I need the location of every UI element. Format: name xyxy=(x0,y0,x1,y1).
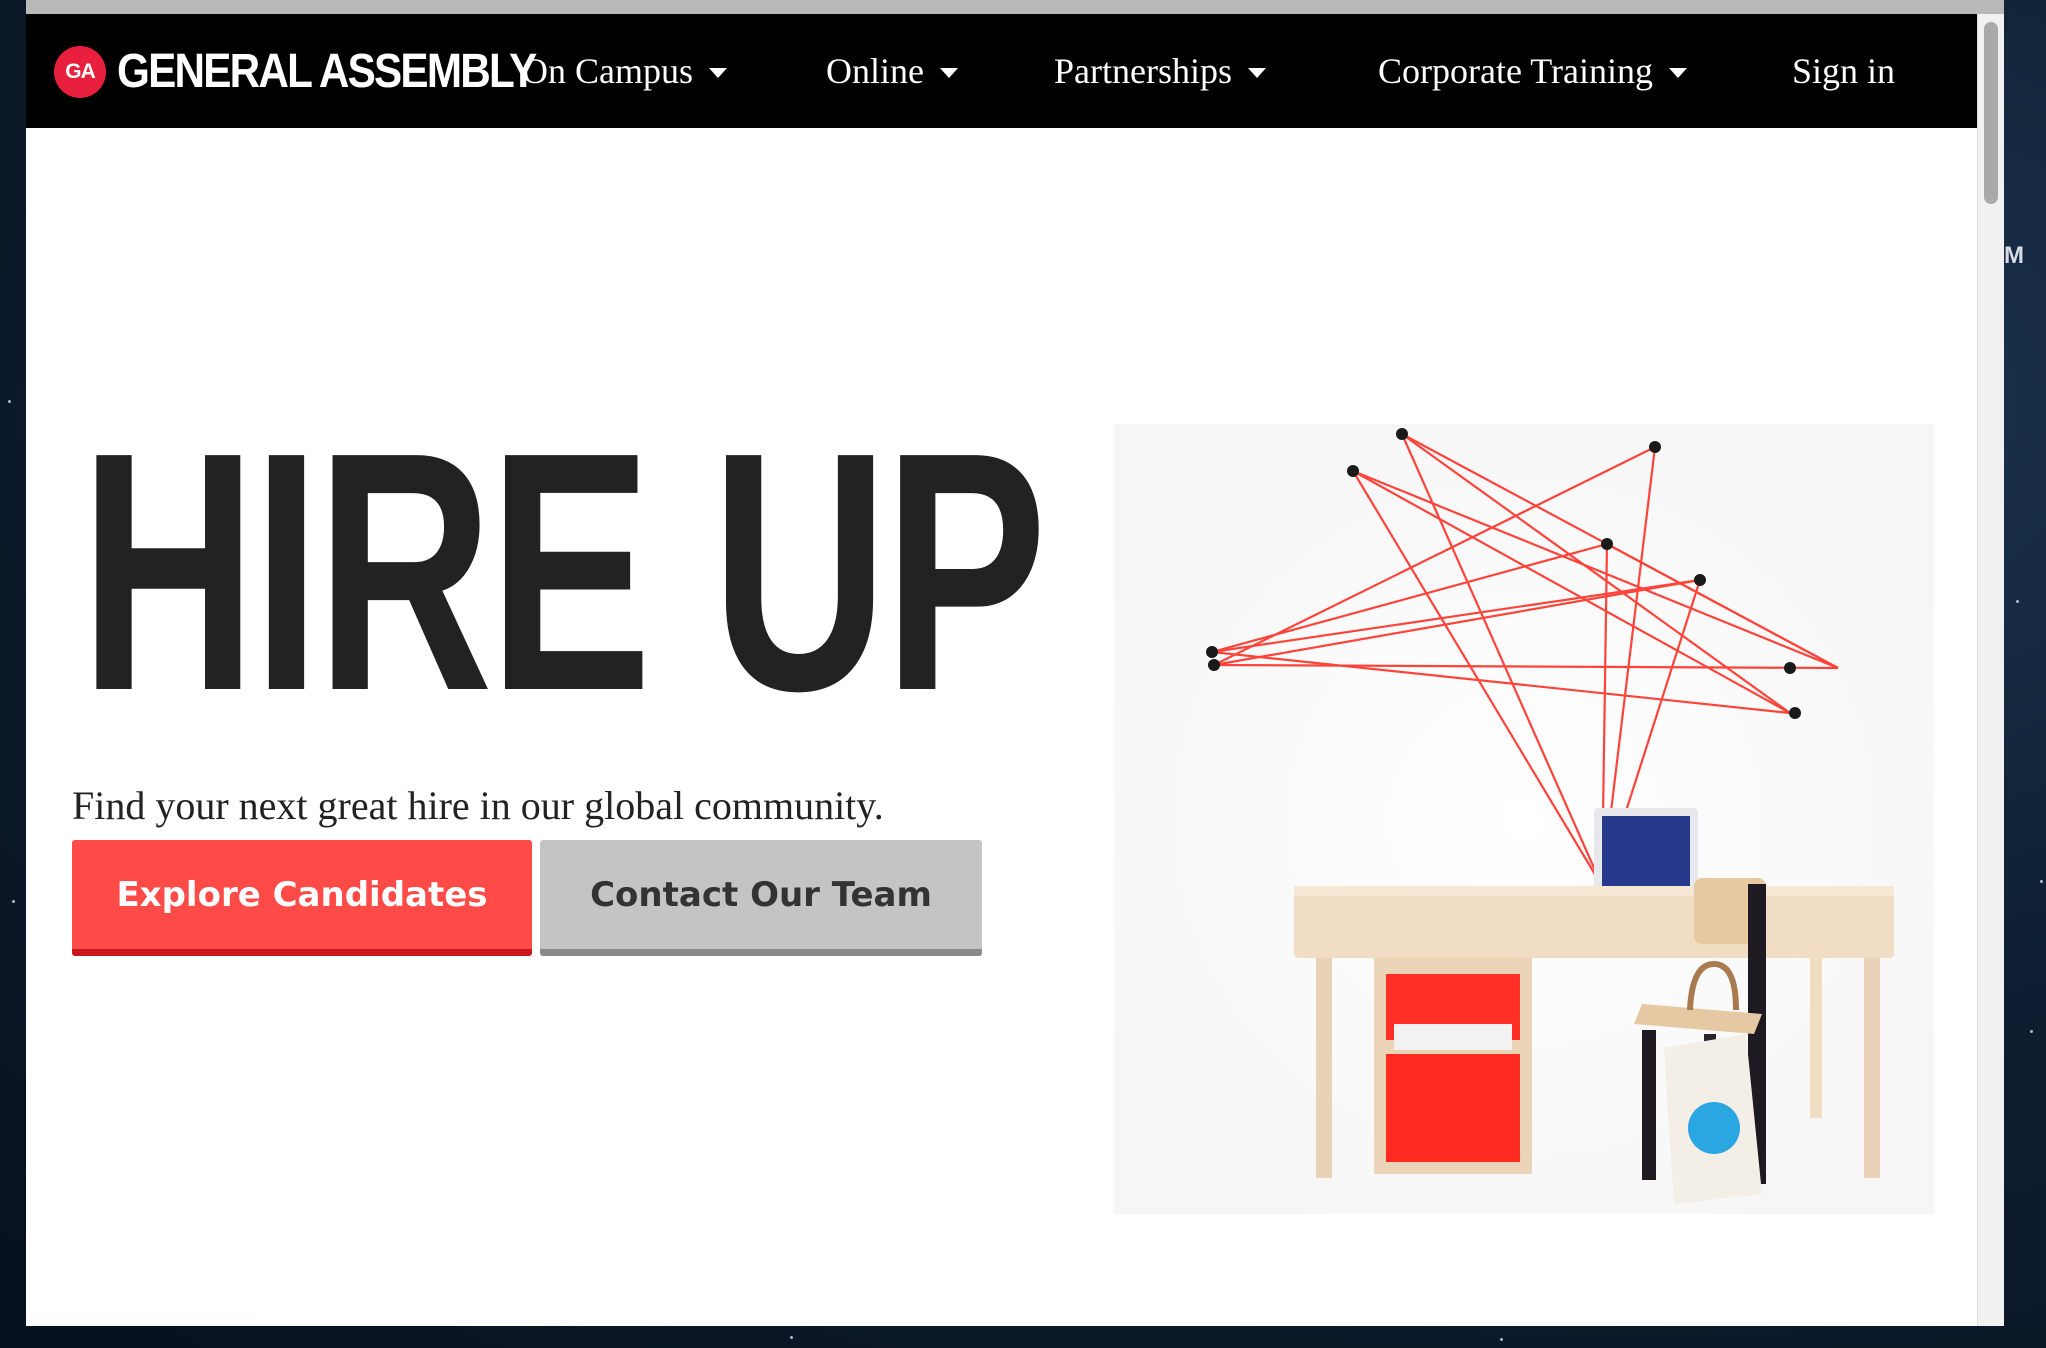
nav-item-label: Online xyxy=(826,51,924,91)
nav-item-label: Sign in xyxy=(1792,51,1896,91)
star xyxy=(790,1336,793,1339)
brand-name: GENERAL ASSEMBLY xyxy=(117,45,537,98)
nav-item-label: On Campus xyxy=(522,51,693,91)
explore-candidates-button[interactable]: Explore Candidates xyxy=(72,840,532,956)
brand-logo[interactable]: GA GENERAL ASSEMBLY xyxy=(57,44,593,99)
ga-logo-icon: GA xyxy=(57,48,103,95)
nav-item-online[interactable]: Online xyxy=(826,14,958,128)
tote-dot xyxy=(1688,1102,1740,1154)
browser-chrome-strip xyxy=(26,0,2004,14)
vertical-scrollbar[interactable] xyxy=(1977,14,2004,1326)
star xyxy=(2040,880,2043,883)
drawer-cabinet xyxy=(1374,958,1532,1174)
star xyxy=(12,900,15,903)
nav-item-label: Partnerships xyxy=(1054,51,1232,91)
chevron-down-icon xyxy=(1669,68,1687,78)
chevron-down-icon xyxy=(709,68,727,78)
desktop-side-letter: M xyxy=(2004,242,2024,269)
top-nav-bar: GA GENERAL ASSEMBLY On Campus Online Par… xyxy=(26,14,1978,128)
browser-window: GA GENERAL ASSEMBLY On Campus Online Par… xyxy=(26,14,2004,1326)
contact-our-team-button[interactable]: Contact Our Team xyxy=(540,840,982,956)
nav-item-partnerships[interactable]: Partnerships xyxy=(1054,14,1266,128)
chevron-down-icon xyxy=(939,68,958,78)
nav-item-corporate-training[interactable]: Corporate Training xyxy=(1378,14,1687,128)
hero-title: HIRE UP xyxy=(80,382,1047,762)
nav-item-label: Corporate Training xyxy=(1378,51,1653,91)
star xyxy=(1500,1338,1503,1341)
desk-and-string-art-illustration xyxy=(1114,424,1934,1214)
sign-in-link[interactable]: Sign in xyxy=(1792,14,1895,128)
star xyxy=(2030,1030,2033,1033)
star xyxy=(2016,600,2019,603)
chevron-down-icon xyxy=(1247,68,1266,78)
nav-item-on-campus[interactable]: On Campus xyxy=(522,14,727,128)
star xyxy=(8,400,11,403)
hero-subtitle: Find your next great hire in our global … xyxy=(72,783,884,828)
scrollbar-thumb[interactable] xyxy=(1984,22,1998,204)
